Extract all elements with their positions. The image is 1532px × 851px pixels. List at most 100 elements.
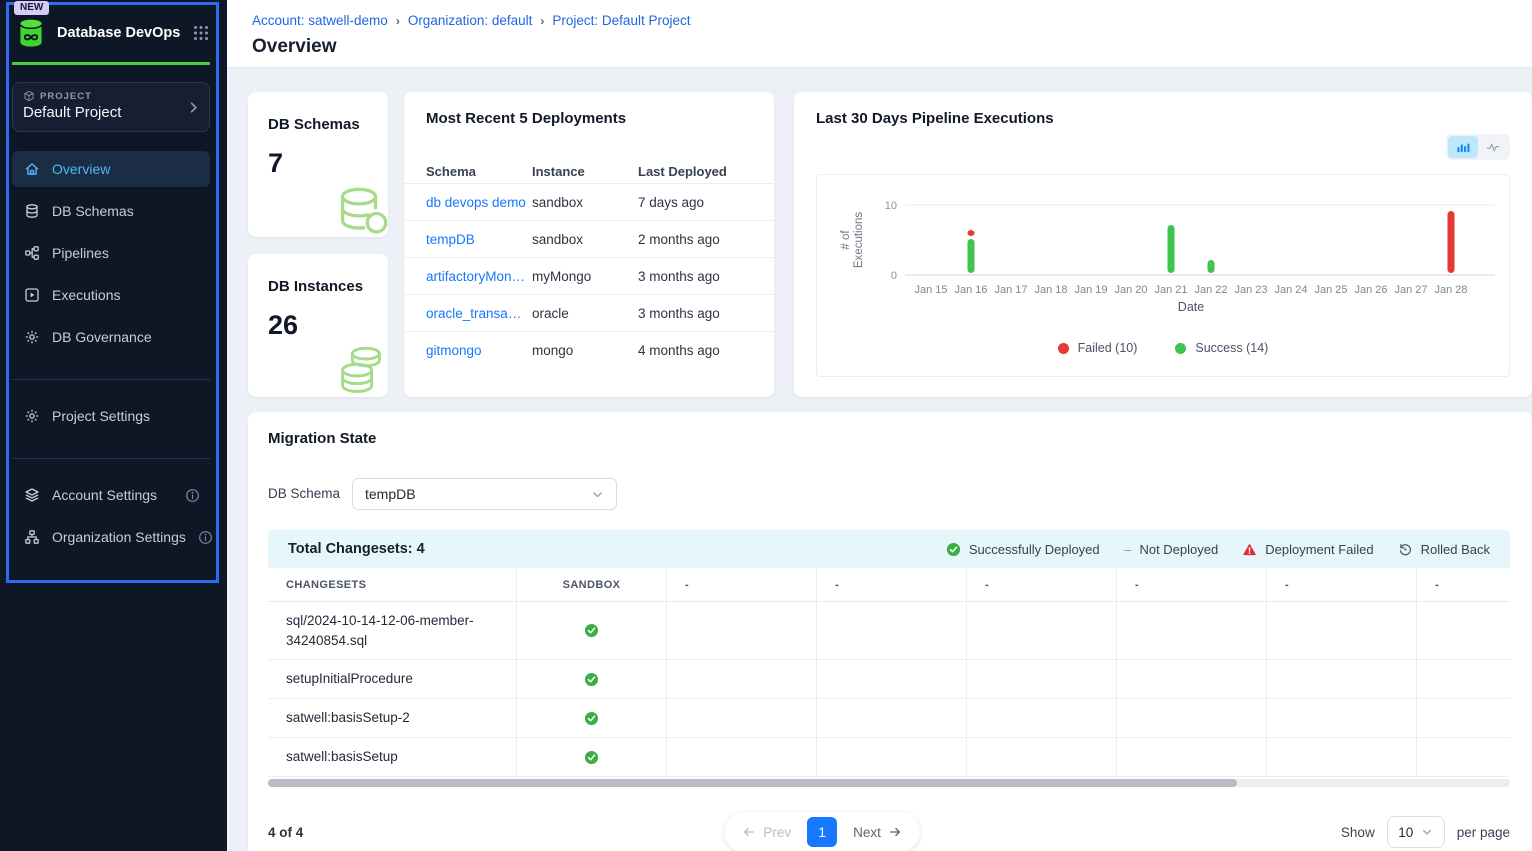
instance-cell: sandbox <box>532 232 638 247</box>
horizontal-scrollbar-track[interactable] <box>268 779 1510 787</box>
schema-link[interactable]: oracle_transact... <box>426 306 532 321</box>
empty-status-cell <box>1117 660 1267 698</box>
deployment-status-legend: Successfully Deployed–Not DeployedDeploy… <box>946 541 1490 557</box>
content: DB Schemas 7 DB Instances 26 Most Recent… <box>227 68 1532 851</box>
db-governance-icon <box>24 329 40 345</box>
sandbox-status-cell <box>517 699 667 737</box>
sidebar-item-db-governance[interactable]: DB Governance <box>12 319 210 355</box>
sidebar-item-executions[interactable]: Executions <box>12 277 210 313</box>
svg-text:Jan 17: Jan 17 <box>994 284 1027 296</box>
empty-status-cell <box>1267 660 1417 698</box>
legend-dot <box>1175 343 1186 354</box>
database-cylinder-icon <box>330 183 388 237</box>
svg-text:Jan 15: Jan 15 <box>914 284 947 296</box>
topbar: Account: satwell-demo › Organization: defa… <box>227 0 1532 68</box>
warning-icon <box>1242 542 1257 557</box>
svg-text:Jan 22: Jan 22 <box>1194 284 1227 296</box>
empty-status-cell <box>1117 699 1267 737</box>
breadcrumb-separator: › <box>540 14 544 28</box>
chart-bar-success-jan-22 <box>1208 260 1215 273</box>
app-switcher-icon[interactable] <box>192 24 210 42</box>
horizontal-scrollbar-thumb[interactable] <box>268 779 1237 787</box>
info-icon <box>198 530 213 545</box>
schema-link[interactable]: artifactoryMongo <box>426 269 532 284</box>
executions-chart: 010# ofExecutionsJan 15Jan 16Jan 17Jan 1… <box>816 174 1510 377</box>
empty-status-cell <box>1267 699 1417 737</box>
deployments-col-header: Instance <box>532 164 638 179</box>
project-name: Default Project <box>23 104 199 121</box>
project-selector[interactable]: PROJECT Default Project <box>12 82 210 132</box>
instance-cell: mongo <box>532 343 638 358</box>
changeset-row: satwell:basisSetup <box>268 738 1510 777</box>
show-label: Show <box>1341 825 1375 840</box>
bar-chart-icon <box>1456 140 1470 154</box>
changesets-col-header: CHANGESETS <box>268 568 517 601</box>
line-chart-toggle-button[interactable] <box>1478 136 1508 158</box>
empty-status-cell <box>817 602 967 659</box>
legend-label: Failed (10) <box>1078 341 1138 355</box>
db-instances-card: DB Instances 26 <box>248 254 388 397</box>
next-label: Next <box>853 825 881 840</box>
rollback-icon <box>1398 542 1413 557</box>
schema-link[interactable]: db devops demo <box>426 195 532 210</box>
sidebar-item-account-settings[interactable]: Account Settings <box>12 477 210 513</box>
last-deployed-cell: 4 months ago <box>638 343 752 358</box>
page-size-value: 10 <box>1398 825 1413 840</box>
app-logo-icon <box>14 16 48 50</box>
svg-text:0: 0 <box>891 270 897 282</box>
sidebar-item-db-schemas[interactable]: DB Schemas <box>12 193 210 229</box>
changesets-col-header: - <box>1267 568 1417 601</box>
schema-link[interactable]: gitmongo <box>426 343 532 358</box>
sidebar-accent-divider <box>12 62 210 65</box>
next-page-button[interactable]: Next <box>853 825 902 840</box>
svg-text:Jan 25: Jan 25 <box>1314 284 1347 296</box>
db-schema-select[interactable]: tempDB <box>352 478 617 510</box>
pager: Prev 1 Next <box>724 812 920 851</box>
sidebar-item-project-settings[interactable]: Project Settings <box>12 398 210 434</box>
breadcrumb-item[interactable]: Account: satwell-demo <box>252 13 388 28</box>
per-page-label: per page <box>1457 825 1510 840</box>
page-number-button[interactable]: 1 <box>807 817 837 847</box>
svg-text:Jan 23: Jan 23 <box>1234 284 1267 296</box>
breadcrumb-item[interactable]: Organization: default <box>408 13 533 28</box>
status-legend-item: Successfully Deployed <box>946 542 1100 557</box>
last-deployed-cell: 3 months ago <box>638 306 752 321</box>
sandbox-status-cell <box>517 738 667 776</box>
changesets-summary-band: Total Changesets: 4 Successfully Deploye… <box>268 530 1510 568</box>
deployments-table-header: SchemaInstanceLast Deployed <box>404 160 774 184</box>
status-legend-item: Deployment Failed <box>1242 542 1373 557</box>
chart-legend: Failed (10)Success (14) <box>817 341 1509 355</box>
changeset-name-cell: setupInitialProcedure <box>268 660 517 698</box>
sidebar-item-label: Account Settings <box>52 487 173 503</box>
sidebar-item-overview[interactable]: Overview <box>12 151 210 187</box>
db-schemas-count: 7 <box>268 148 283 179</box>
svg-text:Jan 16: Jan 16 <box>954 284 987 296</box>
deployment-row: gitmongomongo4 months ago <box>404 332 774 369</box>
empty-status-cell <box>817 738 967 776</box>
arrow-right-icon <box>888 825 902 839</box>
instance-cell: sandbox <box>532 195 638 210</box>
schema-link[interactable]: tempDB <box>426 232 532 247</box>
svg-text:# ofExecutions: # ofExecutions <box>840 212 865 269</box>
prev-page-button[interactable]: Prev <box>742 825 791 840</box>
sidebar-item-pipelines[interactable]: Pipelines <box>12 235 210 271</box>
last-deployed-cell: 7 days ago <box>638 195 752 210</box>
breadcrumb-item[interactable]: Project: Default Project <box>552 13 690 28</box>
check-circle-icon <box>946 542 961 557</box>
svg-text:Jan 26: Jan 26 <box>1354 284 1387 296</box>
sidebar-item-label: DB Schemas <box>52 203 200 219</box>
chart-legend-item: Failed (10) <box>1058 341 1138 355</box>
empty-status-cell <box>667 602 817 659</box>
svg-text:Jan 18: Jan 18 <box>1034 284 1067 296</box>
page-size-select[interactable]: 10 <box>1387 816 1445 848</box>
sidebar-nav-secondary: Project Settings <box>12 398 210 440</box>
empty-status-cell <box>667 738 817 776</box>
db-schemas-icon <box>24 203 40 219</box>
sidebar-item-label: Pipelines <box>52 245 200 261</box>
sidebar-item-label: Executions <box>52 287 200 303</box>
page-title: Overview <box>252 36 337 58</box>
bar-chart-toggle-button[interactable] <box>1448 136 1478 158</box>
svg-text:Jan 27: Jan 27 <box>1394 284 1427 296</box>
total-changesets-label: Total Changesets: 4 <box>288 541 425 557</box>
sidebar-item-organization-settings[interactable]: Organization Settings <box>12 519 210 555</box>
